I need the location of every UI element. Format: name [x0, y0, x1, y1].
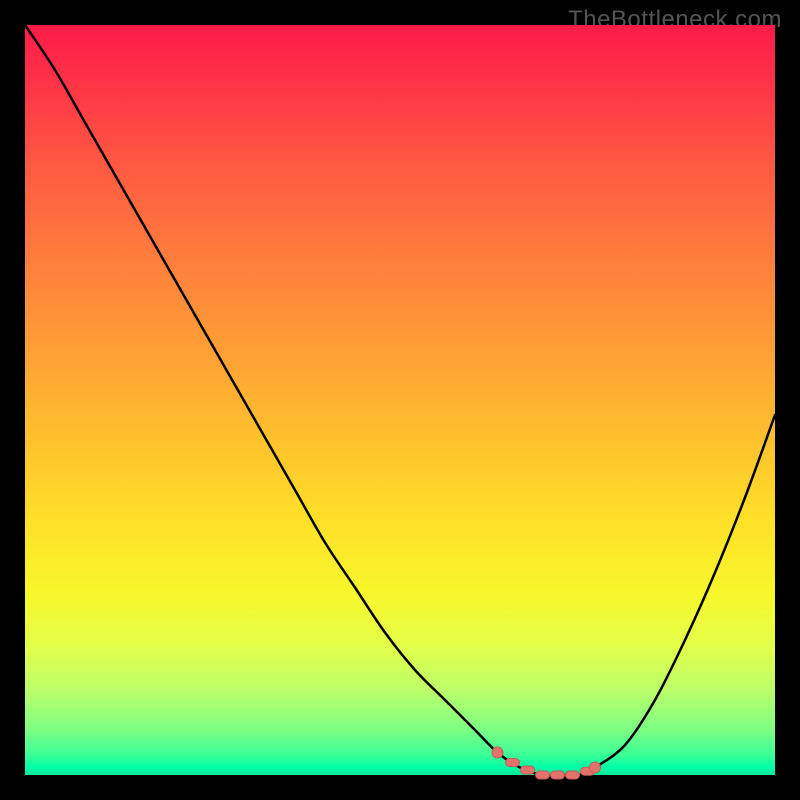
optimal-zone-markers	[492, 747, 601, 779]
optimal-marker-dash	[536, 771, 550, 779]
optimal-marker-dot	[492, 747, 503, 758]
bottleneck-curve	[25, 25, 775, 776]
optimal-marker-dash	[521, 766, 535, 774]
chart-container: TheBottleneck.com	[0, 0, 800, 800]
bottleneck-curve-layer	[25, 25, 775, 775]
plot-area	[25, 25, 775, 775]
optimal-marker-dot	[590, 762, 601, 773]
optimal-marker-dash	[566, 771, 580, 779]
optimal-marker-dash	[551, 771, 565, 779]
optimal-marker-dash	[506, 759, 520, 767]
